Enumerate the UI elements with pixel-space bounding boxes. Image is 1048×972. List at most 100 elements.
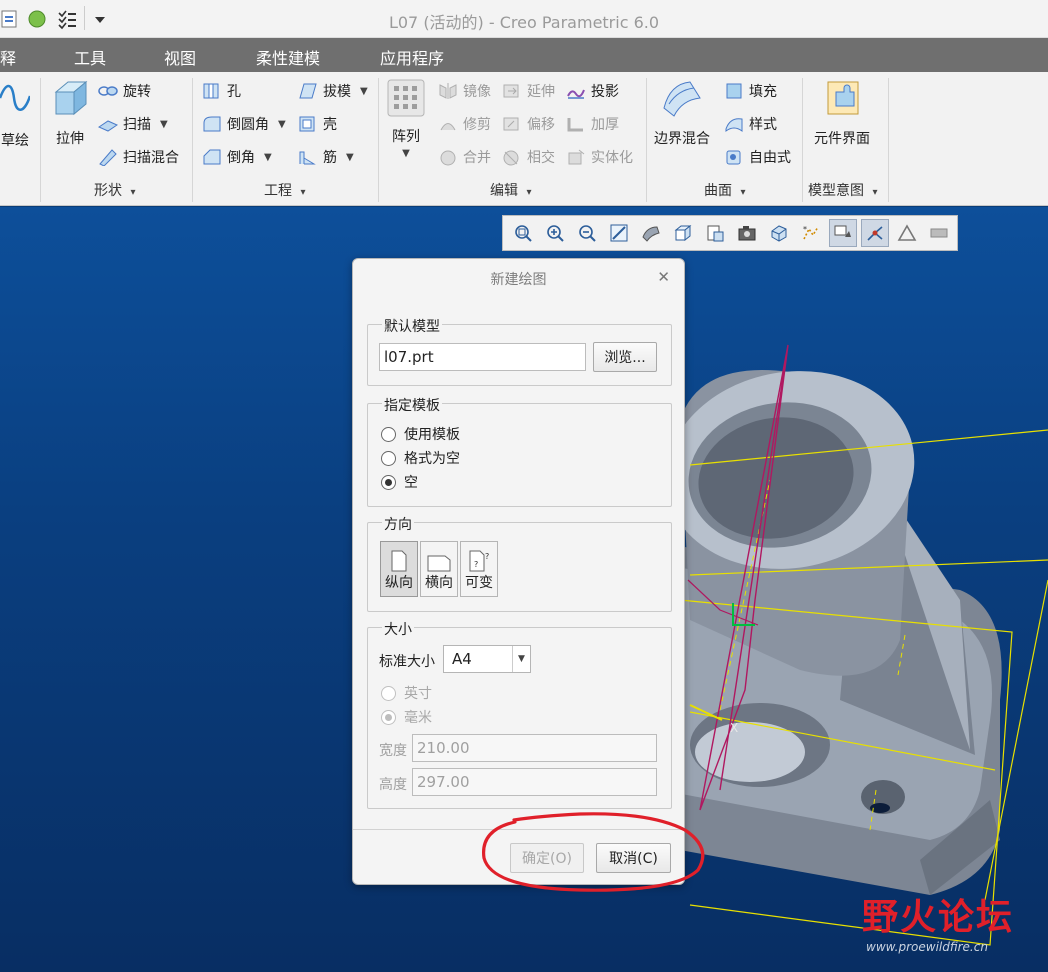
browse-button[interactable]: 浏览... xyxy=(593,342,657,372)
axis-display-button[interactable] xyxy=(861,219,889,247)
boundary-blend-button[interactable]: 边界混合 xyxy=(654,78,710,148)
height-label: 高度 xyxy=(379,777,407,793)
round-button[interactable]: 倒圆角 ▼ xyxy=(202,114,286,134)
radio-use-template[interactable]: 使用模板 xyxy=(381,424,460,444)
portrait-button[interactable]: 纵向 xyxy=(380,541,418,597)
chamfer-button[interactable]: 倒角 ▼ xyxy=(202,147,272,167)
chevron-down-icon[interactable]: ▼ xyxy=(512,646,530,672)
project-button[interactable]: 投影 xyxy=(566,81,619,101)
saved-orientations-button[interactable] xyxy=(669,219,697,247)
revolve-label: 旋转 xyxy=(123,84,151,100)
chevron-down-icon[interactable]: ▼ xyxy=(278,119,286,130)
display-style-button[interactable] xyxy=(637,219,665,247)
svg-text:*: * xyxy=(803,225,807,234)
annotation-display-button[interactable]: * xyxy=(797,219,825,247)
width-input[interactable]: 210.00 xyxy=(412,734,657,762)
menu-applications[interactable]: 应用程序 xyxy=(380,45,444,69)
radio-use-template-label: 使用模板 xyxy=(404,427,460,443)
radio-inch-label: 英寸 xyxy=(404,686,432,702)
default-model-input[interactable]: l07.prt xyxy=(379,343,586,371)
project-icon xyxy=(567,89,585,99)
sketch-button[interactable]: 草绘 xyxy=(0,78,30,150)
hole-button[interactable]: 孔 xyxy=(202,81,241,101)
editing-group-label[interactable]: 编辑 ▾ xyxy=(490,180,531,200)
intersect-label: 相交 xyxy=(527,150,555,166)
component-interface-button[interactable]: 元件界面 xyxy=(814,78,870,148)
menu-view[interactable]: 视图 xyxy=(164,45,196,69)
refit-button[interactable] xyxy=(509,219,537,247)
radio-mm[interactable]: 毫米 xyxy=(381,707,432,727)
trim-icon xyxy=(440,123,456,131)
standard-size-value: A4 xyxy=(452,650,472,668)
dialog-title: 新建绘图 xyxy=(490,272,547,288)
separator xyxy=(646,78,647,202)
perspective-view-button[interactable] xyxy=(733,219,761,247)
radio-empty-with-format[interactable]: 格式为空 xyxy=(381,448,460,468)
plane-display-icon xyxy=(834,225,851,237)
width-label: 宽度 xyxy=(379,743,407,759)
chevron-down-icon[interactable]: ▼ xyxy=(402,148,410,159)
menu-tools[interactable]: 工具 xyxy=(74,45,106,69)
section-button[interactable] xyxy=(765,219,793,247)
sweep-button[interactable]: 扫描 ▼ xyxy=(98,114,168,134)
chevron-down-icon[interactable]: ▼ xyxy=(360,86,368,97)
mirror-button[interactable]: 镜像 xyxy=(438,81,491,101)
variable-button[interactable]: ?? 可变 xyxy=(460,541,498,597)
chevron-down-icon[interactable]: ▼ xyxy=(264,152,272,163)
sketch-label: 草绘 xyxy=(1,133,29,149)
view-manager-button[interactable] xyxy=(701,219,729,247)
close-icon[interactable]: ✕ xyxy=(657,268,670,286)
pattern-button[interactable]: 阵列 ▼ xyxy=(386,78,426,159)
solidify-button[interactable]: 实体化 xyxy=(566,147,633,167)
csys-display-button[interactable] xyxy=(925,219,953,247)
boundary-blend-icon xyxy=(663,81,701,117)
model-intent-group-label[interactable]: 模型意图 ▾ xyxy=(808,180,877,200)
draft-button[interactable]: 拔模 ▼ xyxy=(298,81,368,101)
rib-button[interactable]: 筋 ▼ xyxy=(298,147,354,167)
merge-button[interactable]: 合并 xyxy=(438,147,491,167)
chevron-down-icon[interactable]: ▼ xyxy=(346,152,354,163)
thicken-button[interactable]: 加厚 xyxy=(566,114,619,134)
trim-button[interactable]: 修剪 xyxy=(438,114,491,134)
shell-button[interactable]: 壳 xyxy=(298,114,337,134)
height-input[interactable]: 297.00 xyxy=(412,768,657,796)
sketch-icon xyxy=(0,84,30,111)
mirror-icon xyxy=(439,83,457,99)
offset-button[interactable]: 偏移 xyxy=(502,114,555,134)
separator xyxy=(378,78,379,202)
landscape-button[interactable]: 横向 xyxy=(420,541,458,597)
extend-button[interactable]: 延伸 xyxy=(502,81,555,101)
radio-empty[interactable]: 空 xyxy=(381,472,418,492)
size-legend: 大小 xyxy=(382,619,414,639)
freestyle-button[interactable]: 自由式 xyxy=(724,147,791,167)
svg-text:X: X xyxy=(730,721,738,735)
thicken-icon xyxy=(567,118,583,132)
radio-empty-label: 空 xyxy=(404,475,418,491)
engineering-group-label[interactable]: 工程 ▾ xyxy=(264,180,305,200)
separator xyxy=(888,78,889,202)
svg-text:?: ? xyxy=(485,552,489,561)
menu-flexible-modeling[interactable]: 柔性建模 xyxy=(256,45,320,69)
swept-blend-label: 扫描混合 xyxy=(123,150,179,166)
revolve-button[interactable]: 旋转 xyxy=(98,81,151,101)
extrude-button[interactable]: 拉伸 xyxy=(50,78,90,148)
radio-inch[interactable]: 英寸 xyxy=(381,683,432,703)
shape-group-label[interactable]: 形状 ▾ xyxy=(94,180,135,200)
repaint-button[interactable] xyxy=(605,219,633,247)
window-title: L07 (活动的) - Creo Parametric 6.0 xyxy=(388,13,660,32)
intersect-button[interactable]: 相交 xyxy=(502,147,555,167)
portrait-icon xyxy=(391,550,407,572)
fill-button[interactable]: 填充 xyxy=(724,81,777,101)
svg-text:?: ? xyxy=(474,560,478,569)
point-display-button[interactable] xyxy=(893,219,921,247)
zoom-in-button[interactable] xyxy=(541,219,569,247)
component-interface-label: 元件界面 xyxy=(814,131,870,147)
standard-size-select[interactable]: A4 ▼ xyxy=(443,645,531,673)
plane-display-button[interactable] xyxy=(829,219,857,247)
menu-annotate[interactable]: 释 xyxy=(0,45,16,69)
zoom-out-button[interactable] xyxy=(573,219,601,247)
chevron-down-icon[interactable]: ▼ xyxy=(160,119,168,130)
swept-blend-button[interactable]: 扫描混合 xyxy=(98,147,179,167)
style-button[interactable]: 样式 xyxy=(724,114,777,134)
surfaces-group-label[interactable]: 曲面 ▾ xyxy=(704,180,745,200)
